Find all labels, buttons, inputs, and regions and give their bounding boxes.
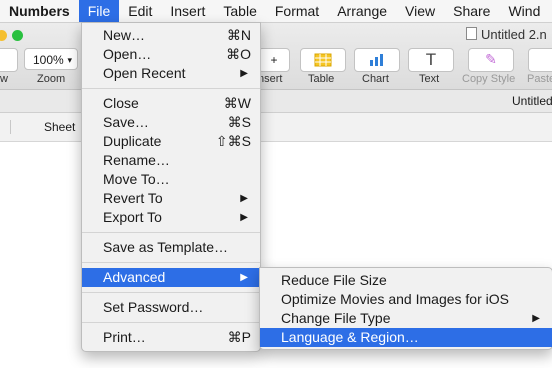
- chevron-down-icon: ▾: [67, 55, 72, 65]
- minimize-button[interactable]: [0, 30, 7, 41]
- menu-item-close[interactable]: Close ⌘W: [82, 94, 260, 113]
- document-icon: [466, 27, 477, 40]
- table-icon: [314, 53, 332, 67]
- menu-item-open-recent[interactable]: Open Recent ▶: [82, 64, 260, 83]
- menu-separator: [82, 232, 260, 233]
- copy-style-label: Copy Style: [462, 73, 516, 85]
- menu-share[interactable]: Share: [444, 0, 499, 22]
- chart-icon: [370, 54, 383, 66]
- menu-item-language-region[interactable]: Language & Region…: [260, 328, 552, 347]
- submenu-arrow-icon: ▶: [240, 272, 248, 283]
- menu-bar: Numbers File Edit Insert Table Format Ar…: [0, 0, 552, 23]
- file-menu: New… ⌘N Open… ⌘O Open Recent ▶ Close ⌘W Save…: [81, 22, 261, 352]
- menu-separator: [82, 292, 260, 293]
- menu-file[interactable]: File: [78, 0, 120, 22]
- menu-item-move-to[interactable]: Move To…: [82, 170, 260, 189]
- menu-item-duplicate[interactable]: Duplicate ⇧⌘S: [82, 132, 260, 151]
- paste-style-button[interactable]: [528, 48, 552, 72]
- menu-item-change-file-type[interactable]: Change File Type ▶: [260, 309, 552, 328]
- view-button[interactable]: [0, 48, 18, 72]
- menu-window[interactable]: Wind: [499, 0, 549, 22]
- chart-button[interactable]: [354, 48, 400, 72]
- submenu-arrow-icon: ▶: [532, 313, 540, 324]
- submenu-arrow-icon: ▶: [240, 68, 248, 79]
- menu-view[interactable]: View: [396, 0, 444, 22]
- insert-button[interactable]: +: [258, 48, 290, 72]
- paste-style-label: Paste: [527, 73, 552, 85]
- menu-item-optimize-media[interactable]: Optimize Movies and Images for iOS: [260, 290, 552, 309]
- menu-item-save[interactable]: Save… ⌘S: [82, 113, 260, 132]
- text-button[interactable]: T: [408, 48, 454, 72]
- zoom-window-button[interactable]: [12, 30, 23, 41]
- menu-format[interactable]: Format: [266, 0, 328, 22]
- menu-item-print[interactable]: Print… ⌘P: [82, 328, 260, 347]
- chart-label: Chart: [362, 73, 389, 85]
- window-title: Untitled 2.n: [466, 27, 547, 42]
- document-title: Untitled: [512, 94, 552, 108]
- zoom-label: Zoom: [37, 73, 66, 85]
- menu-separator: [82, 322, 260, 323]
- add-icon: +: [270, 53, 278, 67]
- menu-arrange[interactable]: Arrange: [328, 0, 396, 22]
- menu-item-revert-to[interactable]: Revert To ▶: [82, 189, 260, 208]
- menu-item-reduce-file-size[interactable]: Reduce File Size: [260, 271, 552, 290]
- submenu-arrow-icon: ▶: [240, 193, 248, 204]
- menu-table[interactable]: Table: [214, 0, 265, 22]
- copy-style-button[interactable]: ✎: [468, 48, 514, 72]
- zoom-select[interactable]: 100% ▾: [24, 48, 78, 70]
- menu-numbers[interactable]: Numbers: [0, 0, 79, 22]
- table-button[interactable]: [300, 48, 346, 72]
- tab-sheet[interactable]: Sheet: [44, 120, 75, 134]
- menu-item-save-as-template[interactable]: Save as Template…: [82, 238, 260, 257]
- eyedropper-icon: ✎: [485, 51, 497, 67]
- sheet-divider: [10, 120, 11, 134]
- menu-item-rename[interactable]: Rename…: [82, 151, 260, 170]
- text-icon: T: [425, 50, 437, 69]
- view-label: w: [0, 73, 8, 85]
- menu-item-set-password[interactable]: Set Password…: [82, 298, 260, 317]
- menu-item-new[interactable]: New… ⌘N: [82, 26, 260, 45]
- menu-item-open[interactable]: Open… ⌘O: [82, 45, 260, 64]
- insert-label: nsert: [258, 73, 283, 85]
- table-label: Table: [308, 73, 335, 85]
- menu-separator: [82, 262, 260, 263]
- submenu-arrow-icon: ▶: [240, 212, 248, 223]
- menu-item-export-to[interactable]: Export To ▶: [82, 208, 260, 227]
- menu-separator: [82, 88, 260, 89]
- advanced-submenu: Reduce File Size Optimize Movies and Ima…: [259, 267, 552, 350]
- menu-edit[interactable]: Edit: [119, 0, 161, 22]
- text-label: Text: [419, 73, 440, 85]
- menu-insert[interactable]: Insert: [161, 0, 214, 22]
- menu-item-advanced[interactable]: Advanced ▶: [82, 268, 260, 287]
